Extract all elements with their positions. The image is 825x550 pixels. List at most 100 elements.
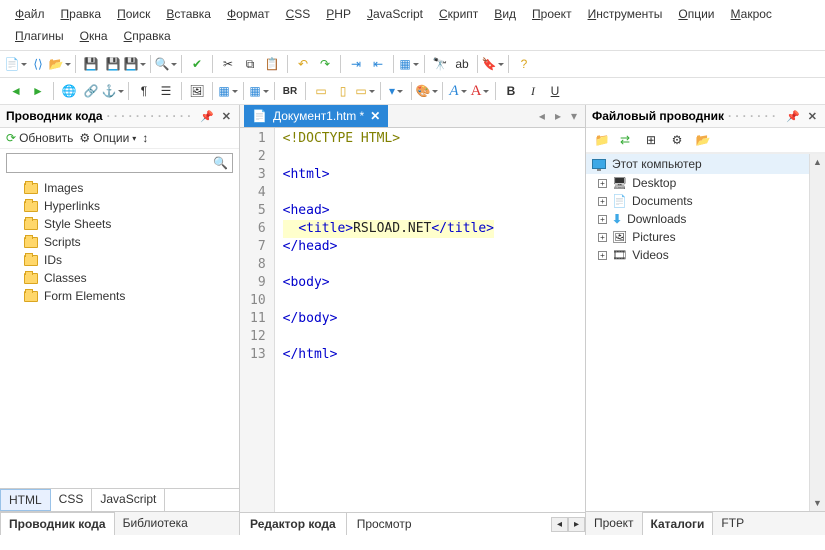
cut-button[interactable]: ✂ [218, 54, 238, 74]
lang-tab-javascript[interactable]: JavaScript [92, 489, 165, 511]
tree-item[interactable]: Style Sheets [6, 215, 233, 233]
bottom-tab[interactable]: Библиотека [115, 512, 196, 535]
menu-плагины[interactable]: Плагины [8, 26, 71, 46]
menu-вставка[interactable]: Вставка [159, 4, 218, 24]
tree-item[interactable]: Form Elements [6, 287, 233, 305]
redo-button[interactable]: ↷ [315, 54, 335, 74]
save-all-button[interactable]: 💾 [103, 54, 123, 74]
expand-icon[interactable]: + [598, 215, 607, 224]
close-icon[interactable]: ✕ [220, 110, 233, 123]
help-button[interactable]: ? [514, 54, 534, 74]
menu-css[interactable]: CSS [279, 4, 318, 24]
editor-tab[interactable]: Просмотр [347, 513, 422, 535]
fe-item[interactable]: +🖥Desktop [586, 174, 825, 192]
tree-item[interactable]: Scripts [6, 233, 233, 251]
nav-back-button[interactable]: ◄ [6, 81, 26, 101]
underline-button[interactable]: U [545, 81, 565, 101]
fe-item[interactable]: +🎞Videos [586, 246, 825, 264]
layers-button[interactable]: ▭ [355, 81, 375, 101]
menu-опции[interactable]: Опции [671, 4, 721, 24]
menu-формат[interactable]: Формат [220, 4, 277, 24]
bottom-tab[interactable]: Проводник кода [0, 512, 115, 535]
view-button[interactable]: ⊞ [641, 131, 661, 149]
sort-button[interactable]: ↕ [142, 131, 148, 145]
tree-item[interactable]: IDs [6, 251, 233, 269]
sync-button[interactable]: ⇄ [615, 131, 635, 149]
options-button[interactable]: ⚙Опции▾ [79, 131, 136, 145]
bold-button[interactable]: B [501, 81, 521, 101]
menu-javascript[interactable]: JavaScript [360, 4, 430, 24]
expand-icon[interactable]: + [598, 251, 607, 260]
expand-icon[interactable]: + [598, 197, 607, 206]
tab-prev-icon[interactable]: ◂ [535, 109, 549, 123]
new-file-button[interactable]: 📄 [6, 54, 26, 74]
pin-icon[interactable]: 📌 [198, 110, 216, 123]
indent-button[interactable]: ⇥ [346, 54, 366, 74]
menu-справка[interactable]: Справка [117, 26, 178, 46]
open-folder-button[interactable]: 📂 [693, 131, 713, 149]
gear-button[interactable]: ⚙ [667, 131, 687, 149]
anchor-button[interactable]: ⚓ [103, 81, 123, 101]
expand-icon[interactable]: + [598, 179, 607, 188]
pin-icon[interactable]: 📌 [784, 110, 802, 123]
pilcrow-button[interactable]: ¶ [134, 81, 154, 101]
color-wheel-button[interactable]: 🎨 [417, 81, 437, 101]
scrollbar[interactable]: ▲ ▼ [809, 154, 825, 511]
tab-menu-icon[interactable]: ▾ [567, 109, 581, 123]
image-button[interactable]: 🖼 [187, 81, 207, 101]
scroll-up-icon[interactable]: ▲ [810, 154, 825, 170]
search-button[interactable]: 🔍 [156, 54, 176, 74]
expand-icon[interactable]: + [598, 233, 607, 242]
globe-button[interactable]: 🌐 [59, 81, 79, 101]
tab-next-icon[interactable]: ▸ [551, 109, 565, 123]
binoculars-button[interactable]: 🔭 [430, 54, 450, 74]
tree-item[interactable]: Classes [6, 269, 233, 287]
copy-button[interactable]: ⧉ [240, 54, 260, 74]
br-button[interactable]: BR [280, 81, 300, 101]
search-box[interactable]: 🔍 [6, 153, 233, 173]
div-icon[interactable]: ▭ [311, 81, 331, 101]
font-style-button[interactable]: A [448, 81, 468, 101]
scroll-down-icon[interactable]: ▼ [810, 495, 825, 511]
span-icon[interactable]: ▯ [333, 81, 353, 101]
font-color-button[interactable]: A [470, 81, 490, 101]
menu-инструменты[interactable]: Инструменты [581, 4, 670, 24]
spellcheck-button[interactable]: ✔ [187, 54, 207, 74]
menu-файл[interactable]: Файл [8, 4, 52, 24]
list-button[interactable]: ☰ [156, 81, 176, 101]
link-button[interactable]: 🔗 [81, 81, 101, 101]
fe-item[interactable]: +📄Documents [586, 192, 825, 210]
menu-скрипт[interactable]: Скрипт [432, 4, 485, 24]
form-button[interactable]: ▾ [386, 81, 406, 101]
search-icon[interactable]: 🔍 [213, 156, 228, 170]
undo-button[interactable]: ↶ [293, 54, 313, 74]
grid1-button[interactable]: ▦ [218, 81, 238, 101]
refresh-button[interactable]: ⟳Обновить [6, 131, 73, 145]
grid2-button[interactable]: ▦ [249, 81, 269, 101]
outdent-button[interactable]: ⇤ [368, 54, 388, 74]
document-tab[interactable]: 📄 Документ1.htm * ✕ [244, 105, 388, 127]
nav-fwd-button[interactable]: ► [28, 81, 48, 101]
tree-root[interactable]: Этот компьютер [586, 154, 825, 174]
save-as-button[interactable]: 💾 [125, 54, 145, 74]
code-view-button[interactable]: ⟨⟩ [28, 54, 48, 74]
menu-окна[interactable]: Окна [73, 26, 115, 46]
menu-проект[interactable]: Проект [525, 4, 579, 24]
fe-bottom-tab[interactable]: FTP [713, 512, 752, 535]
table-button[interactable]: ▦ [399, 54, 419, 74]
menu-вид[interactable]: Вид [487, 4, 523, 24]
menu-правка[interactable]: Правка [54, 4, 109, 24]
code-area[interactable]: <!DOCTYPE HTML><html><head> <title>RSLOA… [275, 128, 502, 512]
italic-button[interactable]: I [523, 81, 543, 101]
scroll-left-icon[interactable]: ◂ [551, 517, 568, 532]
fe-bottom-tab[interactable]: Каталоги [642, 512, 714, 535]
lang-tab-html[interactable]: HTML [0, 489, 51, 511]
scroll-right-icon[interactable]: ▸ [568, 517, 585, 532]
close-icon[interactable]: ✕ [806, 110, 819, 123]
close-tab-icon[interactable]: ✕ [370, 109, 380, 123]
menu-макрос[interactable]: Макрос [724, 4, 779, 24]
tree-item[interactable]: Hyperlinks [6, 197, 233, 215]
fe-item[interactable]: +🖼Pictures [586, 228, 825, 246]
bookmark-button[interactable]: 🔖 [483, 54, 503, 74]
tree-item[interactable]: Images [6, 179, 233, 197]
